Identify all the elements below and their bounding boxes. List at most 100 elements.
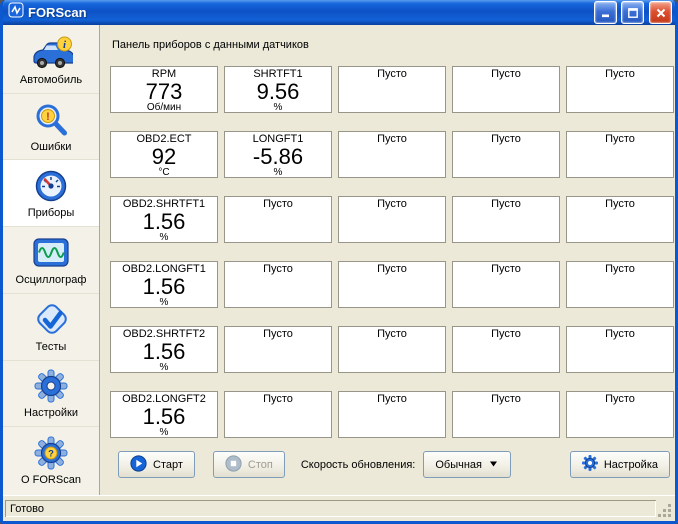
- sensor-title: Пусто: [491, 263, 521, 275]
- resize-grip-icon[interactable]: [658, 504, 673, 519]
- sensor-title: Пусто: [605, 393, 635, 405]
- sensor-title: Пусто: [263, 263, 293, 275]
- sensor-unit: °C: [158, 167, 170, 178]
- sensor-value: 1.56: [142, 209, 186, 234]
- sensor-value: 92: [151, 144, 177, 169]
- sensor-title: Пусто: [605, 133, 635, 145]
- sidebar-item-label: Ошибки: [30, 140, 72, 153]
- sidebar-item-label: Осциллограф: [15, 274, 87, 287]
- panel-header: Панель приборов с данными датчиков: [112, 39, 309, 51]
- minimize-button[interactable]: [594, 1, 617, 24]
- sensor-unit: %: [273, 102, 283, 113]
- empty-cell: Пусто: [338, 391, 446, 438]
- empty-cell: Пусто: [452, 326, 560, 373]
- sensor-cell: OBD2.SHRTFT1 1.56 %: [110, 196, 218, 243]
- svg-text:!: !: [46, 111, 50, 123]
- play-icon: [130, 454, 147, 475]
- stop-icon: [225, 454, 242, 475]
- empty-cell: Пусто: [452, 66, 560, 113]
- settings-button-label: Настройка: [603, 458, 658, 471]
- empty-cell: Пусто: [224, 196, 332, 243]
- sidebar-item-label: Тесты: [35, 340, 67, 353]
- status-bar: Готово: [3, 495, 675, 521]
- sensor-grid: RPM 773 Об/мин SHRTFT1 9.56 % Пусто Пуст…: [110, 66, 674, 438]
- sensor-value: 773: [145, 79, 183, 104]
- sensor-cell: OBD2.LONGFT2 1.56 %: [110, 391, 218, 438]
- sidebar-item-label: Автомобиль: [19, 73, 83, 86]
- sensor-title: Пусто: [263, 198, 293, 210]
- gear-icon: [31, 367, 71, 405]
- sensor-title: Пусто: [491, 198, 521, 210]
- empty-cell: Пусто: [338, 131, 446, 178]
- empty-cell: Пусто: [452, 261, 560, 308]
- gauge-icon: [31, 167, 71, 205]
- sensor-title: Пусто: [377, 198, 407, 210]
- gear-icon: [581, 455, 598, 474]
- sidebar-item-label: О FORScan: [21, 474, 81, 487]
- sensor-cell: OBD2.LONGFT1 1.56 %: [110, 261, 218, 308]
- gear-question-icon: ?: [31, 434, 71, 472]
- car-info-icon: i: [29, 34, 73, 72]
- sidebar: i Автомобиль ! Ошибки Приборы Осциллогра…: [3, 25, 100, 495]
- window-body: i Автомобиль ! Ошибки Приборы Осциллогра…: [3, 25, 675, 495]
- empty-cell: Пусто: [452, 196, 560, 243]
- sensor-cell: OBD2.SHRTFT2 1.56 %: [110, 326, 218, 373]
- window-title: FORScan: [28, 5, 87, 20]
- sensor-title: Пусто: [263, 393, 293, 405]
- controls-bar: Старт Стоп Скорость обновления: Обычная: [114, 451, 670, 478]
- empty-cell: Пусто: [338, 196, 446, 243]
- start-button-label: Старт: [153, 458, 183, 471]
- empty-cell: Пусто: [452, 131, 560, 178]
- empty-cell: Пусто: [338, 326, 446, 373]
- settings-button[interactable]: Настройка: [569, 451, 670, 478]
- update-rate-label: Скорость обновления:: [300, 458, 416, 471]
- sensor-unit: %: [159, 232, 169, 243]
- close-button[interactable]: [649, 1, 672, 24]
- sensor-title: Пусто: [491, 328, 521, 340]
- sidebar-item-settings[interactable]: Настройки: [3, 361, 99, 428]
- sensor-title: Пусто: [605, 68, 635, 80]
- svg-text:?: ?: [48, 449, 54, 460]
- sensor-unit: %: [159, 427, 169, 438]
- empty-cell: Пусто: [566, 326, 674, 373]
- sensor-title: Пусто: [263, 328, 293, 340]
- sidebar-item-errors[interactable]: ! Ошибки: [3, 94, 99, 161]
- update-rate-select[interactable]: Обычная: [423, 451, 512, 478]
- sensor-cell: SHRTFT1 9.56 %: [224, 66, 332, 113]
- sensor-unit: %: [273, 167, 283, 178]
- oscilloscope-icon: [31, 234, 71, 272]
- sensor-title: Пусто: [377, 393, 407, 405]
- update-rate-value: Обычная: [435, 458, 483, 471]
- empty-cell: Пусто: [566, 131, 674, 178]
- empty-cell: Пусто: [452, 391, 560, 438]
- empty-cell: Пусто: [338, 261, 446, 308]
- sidebar-item-oscilloscope[interactable]: Осциллограф: [3, 227, 99, 294]
- sensor-value: -5.86: [252, 144, 304, 169]
- maximize-button[interactable]: [621, 1, 644, 24]
- sidebar-item-vehicle[interactable]: i Автомобиль: [3, 27, 99, 94]
- sensor-title: Пусто: [377, 133, 407, 145]
- start-button[interactable]: Старт: [118, 451, 195, 478]
- sidebar-item-tests[interactable]: Тесты: [3, 294, 99, 361]
- sidebar-item-about[interactable]: ? О FORScan: [3, 427, 99, 493]
- empty-cell: Пусто: [224, 261, 332, 308]
- sensor-title: Пусто: [491, 393, 521, 405]
- forscan-logo-icon: [8, 2, 24, 23]
- status-text: Готово: [5, 500, 656, 517]
- sensor-value: 9.56: [256, 79, 300, 104]
- sensor-title: Пусто: [377, 263, 407, 275]
- sensor-title: Пусто: [491, 133, 521, 145]
- sensor-unit: %: [159, 297, 169, 308]
- sensor-title: Пусто: [377, 68, 407, 80]
- sensor-title: Пусто: [491, 68, 521, 80]
- search-warning-icon: !: [31, 101, 71, 139]
- sidebar-item-gauges[interactable]: Приборы: [3, 160, 99, 228]
- sensor-value: 1.56: [142, 339, 186, 364]
- empty-cell: Пусто: [566, 196, 674, 243]
- empty-cell: Пусто: [566, 261, 674, 308]
- sensor-cell: LONGFT1 -5.86 %: [224, 131, 332, 178]
- sensor-value: 1.56: [142, 274, 186, 299]
- sensor-title: Пусто: [605, 263, 635, 275]
- stop-button[interactable]: Стоп: [212, 451, 285, 478]
- main-panel: Панель приборов с данными датчиков RPM 7…: [100, 25, 675, 495]
